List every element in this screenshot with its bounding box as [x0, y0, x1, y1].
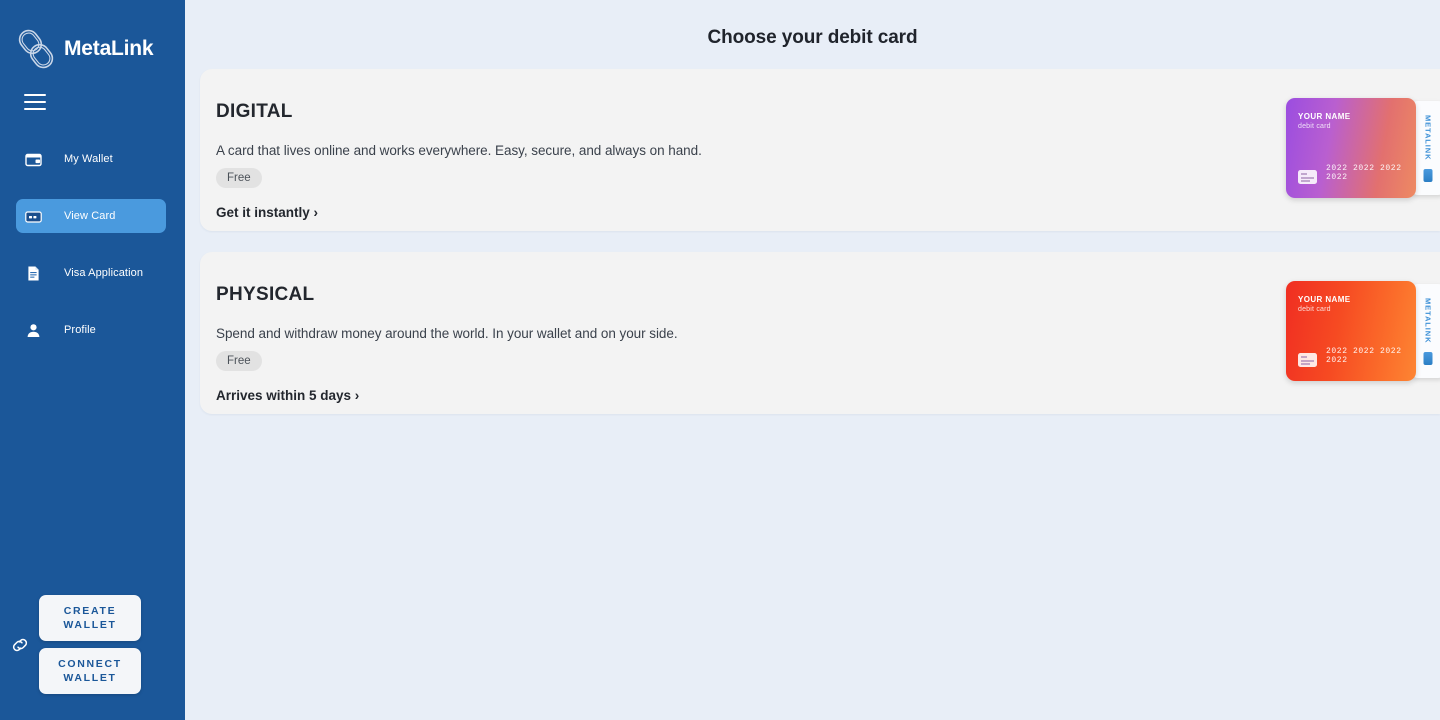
sidebar-item-label: Profile: [64, 324, 96, 336]
hamburger-line: [24, 101, 46, 103]
card-brand-label: METALINK: [1423, 115, 1433, 161]
sidebar-item-label: My Wallet: [64, 153, 113, 165]
hamburger-line: [24, 94, 46, 96]
hamburger-line: [24, 108, 46, 110]
card-chip-icon: [1298, 170, 1317, 184]
sidebar-item-profile[interactable]: Profile: [16, 313, 166, 347]
sidebar-item-view-card[interactable]: View Card: [16, 199, 166, 233]
page-title: Choose your debit card: [707, 27, 918, 48]
app-root: MetaLink My Wallet View Card Visa Applic…: [0, 0, 1440, 720]
card-option-description: A card that lives online and works every…: [216, 143, 702, 158]
status-badge: Free: [216, 168, 262, 188]
user-icon: [25, 322, 42, 339]
sidebar: MetaLink My Wallet View Card Visa Applic…: [0, 0, 185, 720]
card-option-physical[interactable]: PHYSICAL Spend and withdraw money around…: [200, 252, 1440, 414]
wallet-icon: [25, 151, 42, 168]
chain-link-icon: [9, 634, 31, 656]
debit-card-art-digital: METALINK YOUR NAME debit card 2022 2022 …: [1286, 98, 1440, 198]
card-strip-chip-icon: [1423, 352, 1433, 365]
card-holder-name: YOUR NAME: [1298, 295, 1351, 304]
chain-link-icon: [14, 24, 58, 74]
card-type-label: debit card: [1298, 306, 1331, 313]
arrives-within-days-link[interactable]: Arrives within 5 days ›: [216, 388, 1440, 403]
brand[interactable]: MetaLink: [0, 0, 185, 76]
sidebar-item-visa-application[interactable]: Visa Application: [16, 256, 166, 290]
get-it-instantly-link[interactable]: Get it instantly ›: [216, 205, 1440, 220]
debit-card-art-physical: METALINK YOUR NAME debit card 2022 2022 …: [1286, 281, 1440, 381]
card-face: YOUR NAME debit card 2022 2022 2022 2022: [1286, 98, 1416, 198]
card-face: YOUR NAME debit card 2022 2022 2022 2022: [1286, 281, 1416, 381]
main-content: Choose your debit card DIGITAL A card th…: [185, 0, 1440, 720]
sidebar-item-label: Visa Application: [64, 267, 144, 279]
card-strip-chip-icon: [1423, 169, 1433, 182]
card-option-digital[interactable]: DIGITAL A card that lives online and wor…: [200, 69, 1440, 231]
card-holder-name: YOUR NAME: [1298, 112, 1351, 121]
card-number: 2022 2022 2022 2022: [1326, 347, 1402, 365]
card-option-body: PHYSICAL Spend and withdraw money around…: [200, 252, 1440, 403]
card-brand-label: METALINK: [1423, 298, 1433, 344]
status-badge: Free: [216, 351, 262, 371]
create-wallet-button[interactable]: CREATE WALLET: [39, 595, 141, 641]
sidebar-item-label: View Card: [64, 210, 116, 222]
wallet-actions: CREATE WALLET CONNECT WALLET: [0, 595, 185, 694]
credit-card-icon: [25, 208, 42, 225]
card-option-title: DIGITAL: [216, 101, 293, 122]
card-type-label: debit card: [1298, 123, 1331, 130]
connect-wallet-button[interactable]: CONNECT WALLET: [39, 648, 141, 694]
card-option-description: Spend and withdraw money around the worl…: [216, 326, 678, 341]
hamburger-menu-icon[interactable]: [24, 94, 46, 110]
wallet-button-group: CREATE WALLET CONNECT WALLET: [39, 595, 141, 694]
sidebar-item-my-wallet[interactable]: My Wallet: [16, 142, 166, 176]
sidebar-nav: My Wallet View Card Visa Application Pro…: [0, 142, 185, 370]
card-options-list: DIGITAL A card that lives online and wor…: [185, 69, 1440, 414]
card-option-body: DIGITAL A card that lives online and wor…: [200, 69, 1440, 220]
document-icon: [25, 265, 42, 282]
brand-name: MetaLink: [64, 37, 154, 60]
card-chip-icon: [1298, 353, 1317, 367]
card-option-title: PHYSICAL: [216, 284, 315, 305]
card-number: 2022 2022 2022 2022: [1326, 164, 1402, 182]
